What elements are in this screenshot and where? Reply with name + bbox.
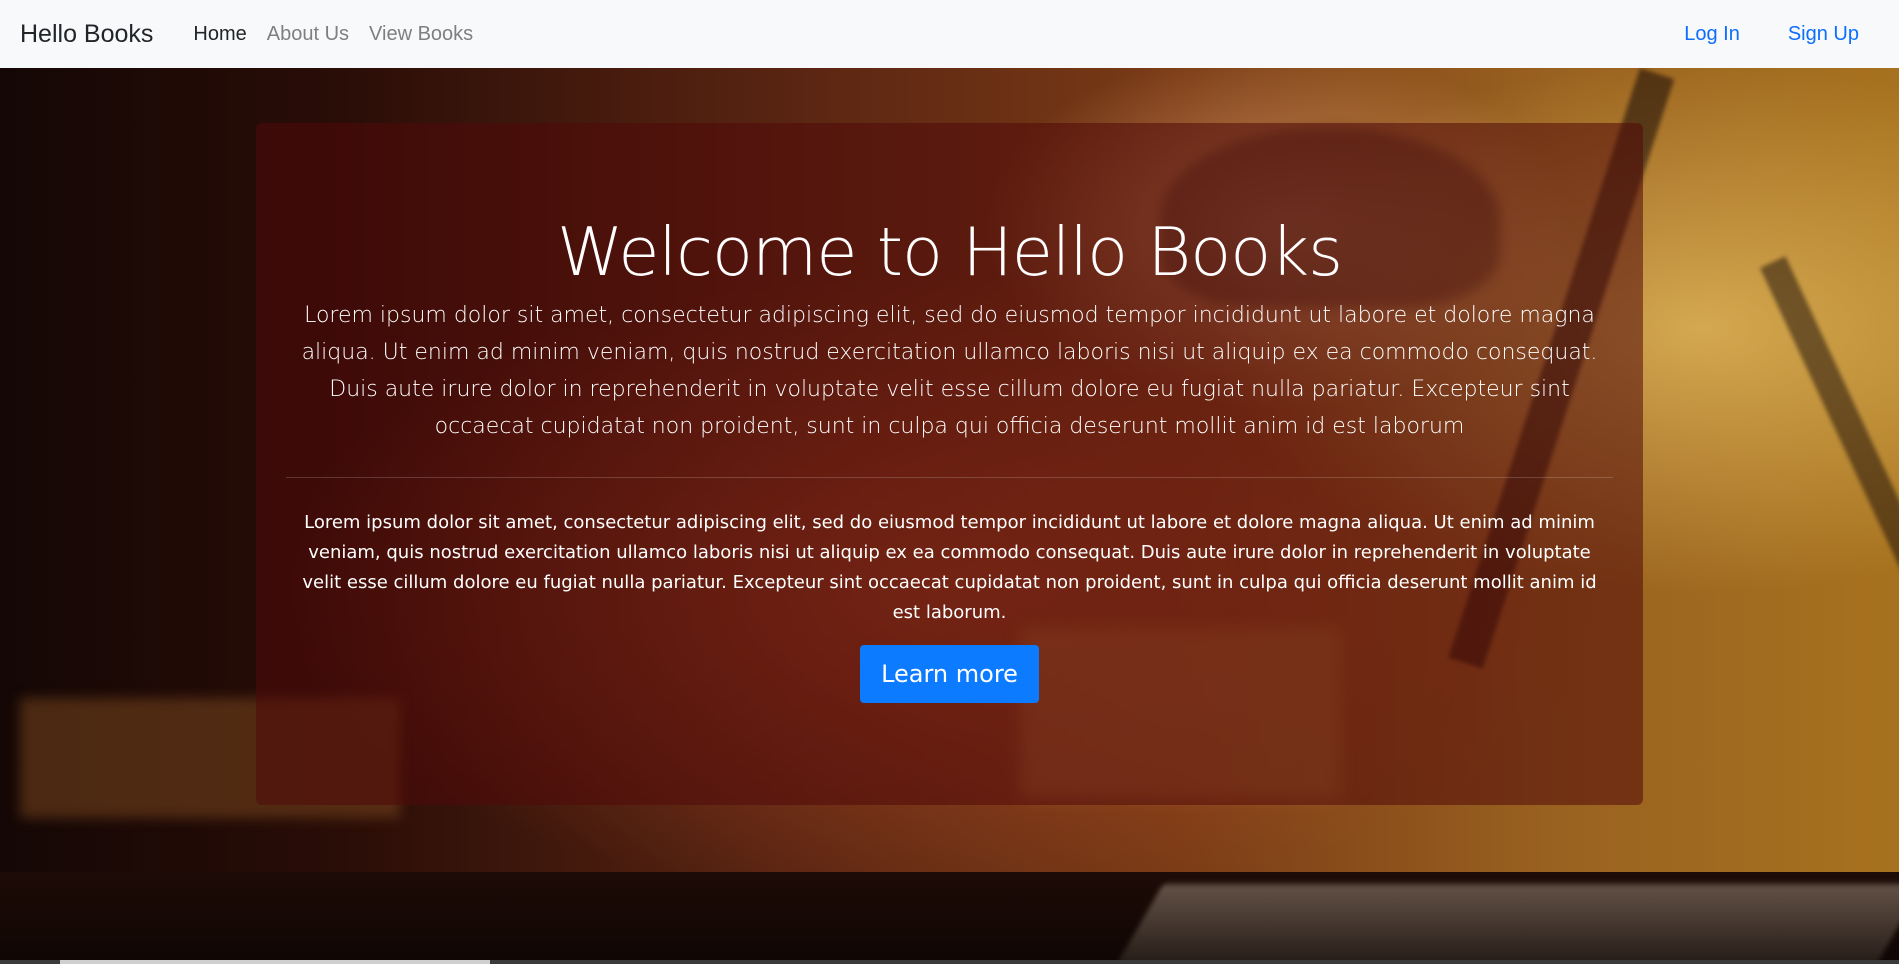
scrollbar-thumb[interactable] [60,960,490,964]
nav-link-view-books[interactable]: View Books [359,23,483,46]
horizontal-scrollbar[interactable] [0,960,1899,964]
nav-link-home[interactable]: Home [183,23,256,46]
learn-more-button[interactable]: Learn more [860,645,1039,703]
auth-links: Log In Sign Up [1662,23,1879,46]
jumbotron: Welcome to Hello Books Lorem ipsum dolor… [256,123,1643,805]
sign-up-link[interactable]: Sign Up [1766,23,1879,46]
lamp-arm-lower-image [1760,256,1899,649]
hero-lead: Lorem ipsum dolor sit amet, consectetur … [301,303,1598,439]
divider [286,477,1613,478]
navbar: Hello Books Home About Us View Books Log… [0,0,1899,68]
log-in-link[interactable]: Log In [1662,23,1766,46]
navbar-brand[interactable]: Hello Books [20,20,153,49]
nav-link-about-us[interactable]: About Us [257,23,359,46]
hero-body: Lorem ipsum dolor sit amet, consectetur … [302,512,1597,623]
hero-heading: Welcome to Hello Books [556,213,1343,291]
nav-links: Home About Us View Books [183,23,483,46]
desk-paper-image [1116,884,1899,964]
